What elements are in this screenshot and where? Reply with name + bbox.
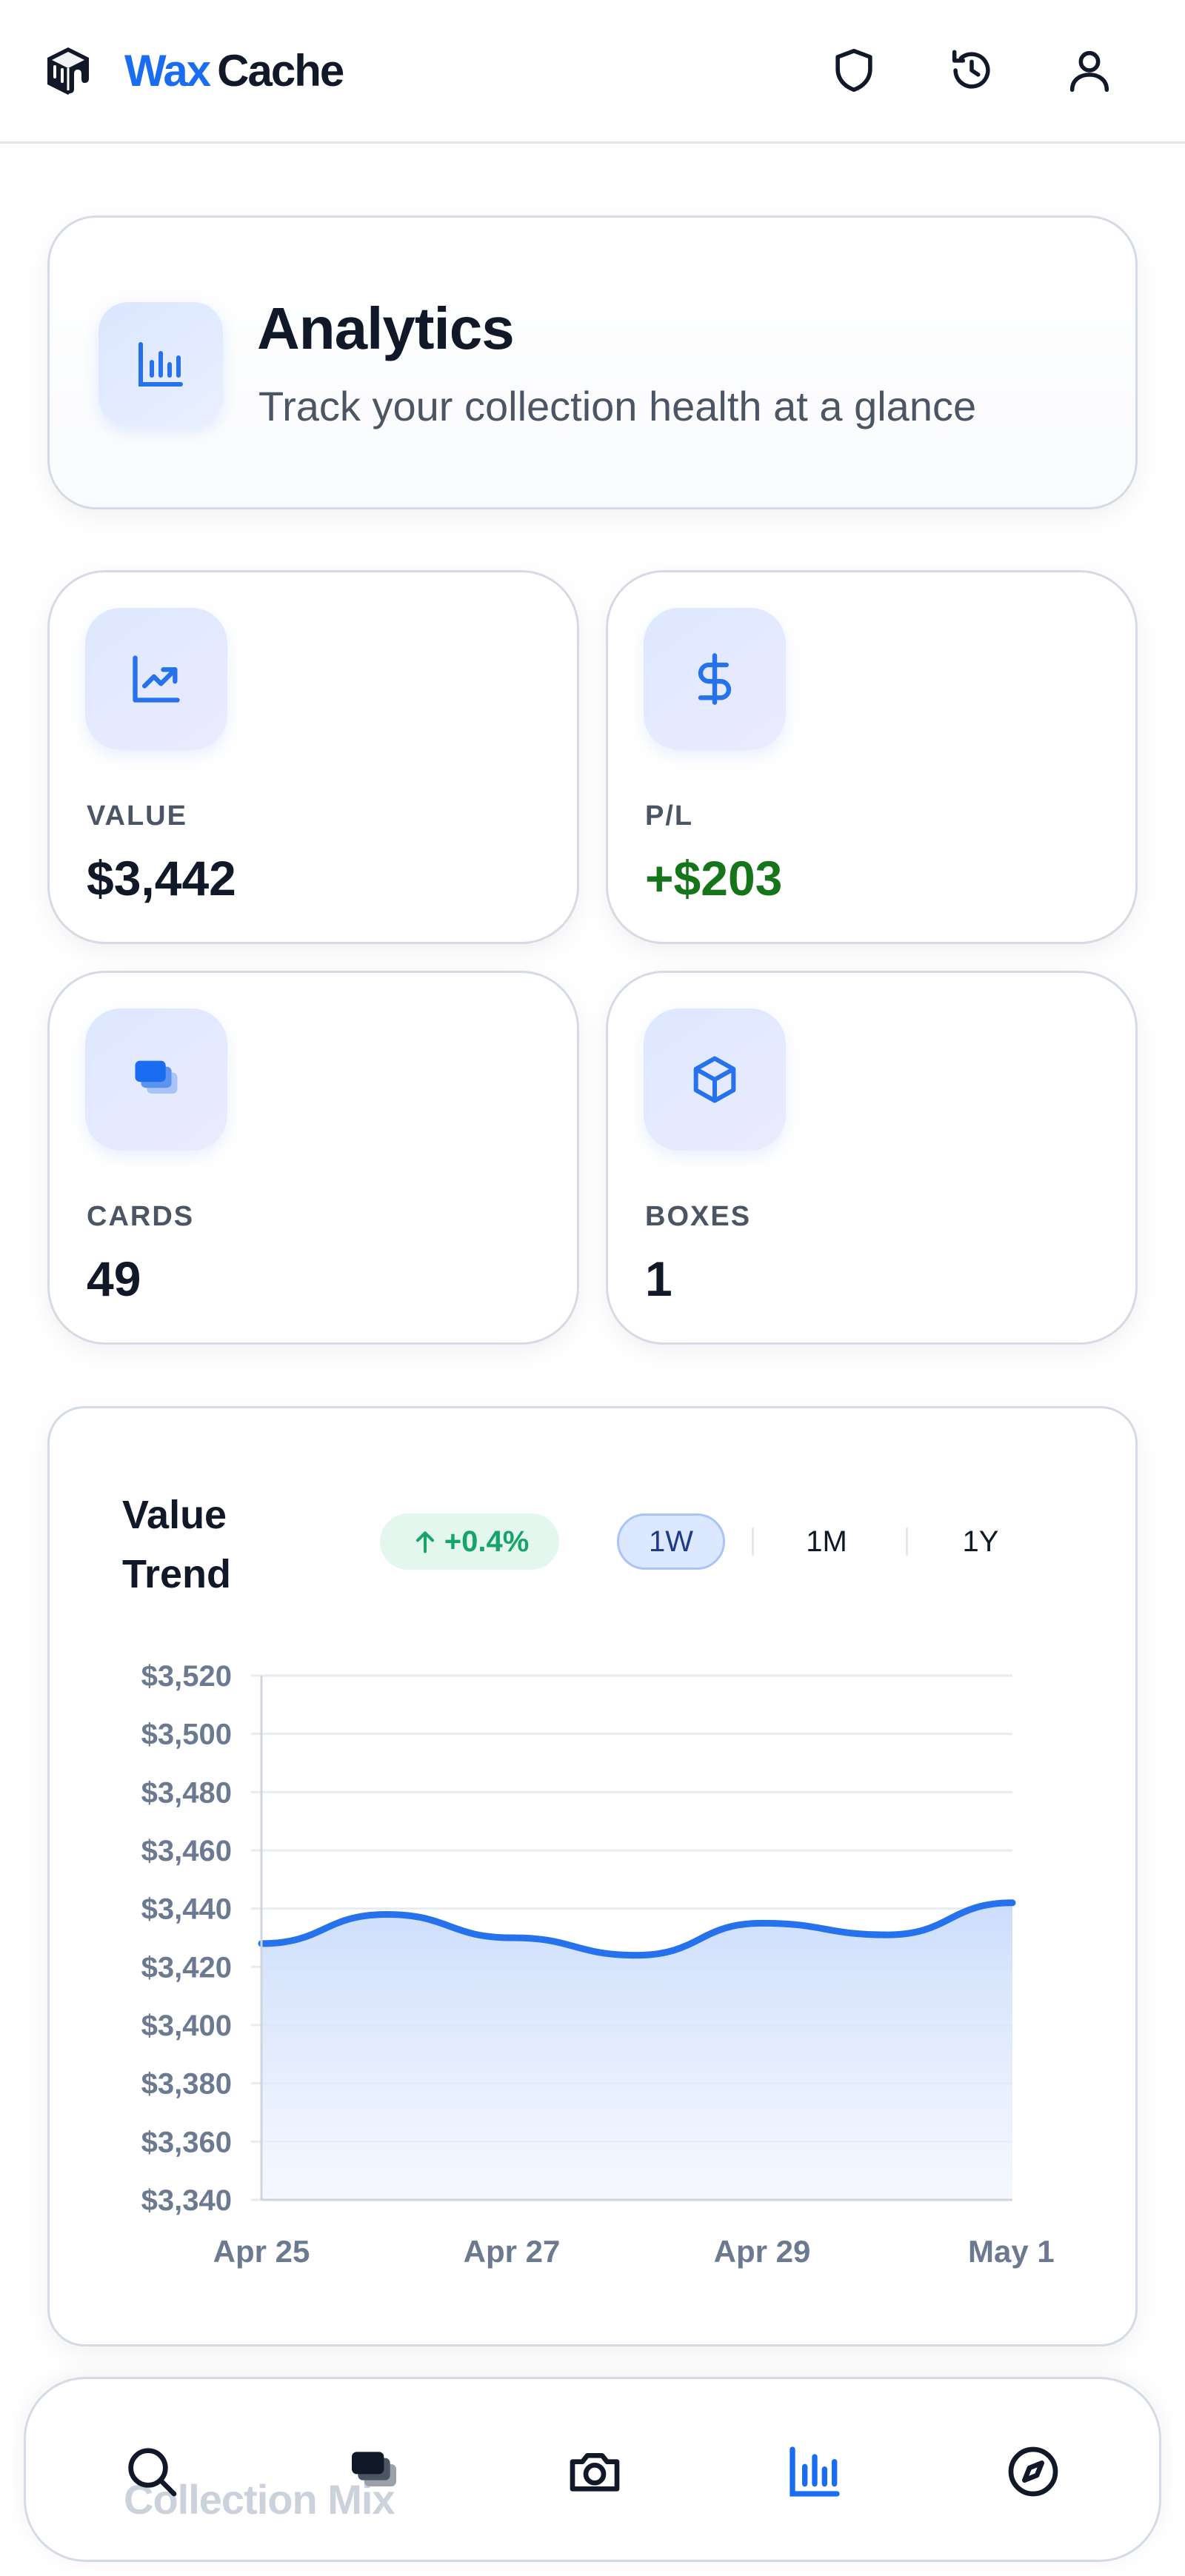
shield-icon	[835, 48, 872, 93]
history-icon	[952, 50, 990, 89]
box-icon	[693, 1056, 736, 1103]
stacked-cards-icon	[135, 1060, 178, 1094]
y-tick-label: $3,400	[141, 2010, 232, 2042]
stat-badge	[85, 1008, 227, 1151]
camera-icon	[570, 2453, 620, 2492]
y-tick-label: $3,360	[141, 2126, 232, 2158]
y-tick-label: $3,440	[141, 1893, 232, 1926]
y-tick-label: $3,480	[141, 1776, 232, 1809]
user-icon	[1069, 50, 1109, 93]
stat-value: +$203	[645, 851, 783, 906]
x-tick-label: Apr 29	[714, 2234, 811, 2269]
bar-chart-icon	[138, 342, 183, 387]
stat-label: CARDS	[87, 1201, 195, 1232]
dollar-icon	[698, 653, 732, 705]
stat-card-value[interactable]: VALUE $3,442	[47, 570, 579, 944]
y-tick-label: $3,380	[141, 2068, 232, 2101]
trending-up-icon	[133, 655, 180, 703]
stat-value: 49	[87, 1251, 141, 1306]
y-tick-label: $3,520	[141, 1660, 232, 1693]
nav-cards[interactable]	[333, 2431, 415, 2512]
y-tick-label: $3,460	[141, 1835, 232, 1867]
stat-card-boxes[interactable]: BOXES 1	[606, 971, 1138, 1345]
brand-wax: Wax	[124, 46, 211, 96]
y-tick-label: $3,420	[141, 1951, 232, 1984]
title-badge	[99, 302, 223, 426]
x-tick-label: May 1	[968, 2234, 1055, 2269]
nav-analytics[interactable]	[774, 2431, 855, 2512]
app-header: Wax Cache	[0, 0, 1185, 144]
nav-explore[interactable]	[992, 2431, 1074, 2512]
stat-badge	[644, 1008, 786, 1151]
stat-value: 1	[645, 1251, 672, 1306]
page-title: Analytics	[257, 295, 515, 361]
history-button[interactable]	[938, 37, 1005, 104]
brand-name[interactable]: Wax Cache	[124, 44, 344, 98]
shield-button[interactable]	[821, 37, 887, 104]
stat-label: P/L	[645, 800, 694, 832]
bottom-nav: Collection Mix	[24, 2377, 1161, 2562]
page-subtitle: Track your collection health at a glance	[258, 383, 977, 429]
value-trend-chart: $3,520 $3,500 $3,480 $3,460 $3,440 $3,420 $3,4…	[141, 1660, 1055, 2269]
stat-label: BOXES	[645, 1201, 752, 1232]
stat-badge	[85, 608, 227, 750]
compass-icon	[1008, 2446, 1058, 2497]
y-tick-label: $3,340	[141, 2184, 232, 2217]
analytics-title-card: Analytics Track your collection health a…	[47, 215, 1138, 509]
x-tick-label: Apr 27	[464, 2234, 561, 2269]
cards-icon	[352, 2452, 396, 2486]
nav-camera[interactable]	[554, 2431, 635, 2512]
drip-cube-logo-icon[interactable]	[41, 44, 95, 98]
x-tick-label: Apr 25	[213, 2234, 310, 2269]
search-icon	[128, 2448, 177, 2497]
y-tick-label: $3,500	[141, 1719, 232, 1751]
value-trend-card: Value Trend +0.4% 1W 1M 1Y $3,520 $3,500 $…	[47, 1406, 1138, 2346]
profile-button[interactable]	[1056, 37, 1123, 104]
stat-label: VALUE	[87, 800, 187, 832]
chart-area	[261, 1902, 1012, 2200]
stat-card-cards[interactable]: CARDS 49	[47, 971, 579, 1345]
stat-value: $3,442	[87, 851, 236, 906]
brand-cache: Cache	[217, 46, 344, 96]
nav-search[interactable]	[111, 2431, 193, 2512]
stat-badge	[644, 608, 786, 750]
stat-card-pl[interactable]: P/L +$203	[606, 570, 1138, 944]
analytics-icon	[790, 2446, 840, 2497]
